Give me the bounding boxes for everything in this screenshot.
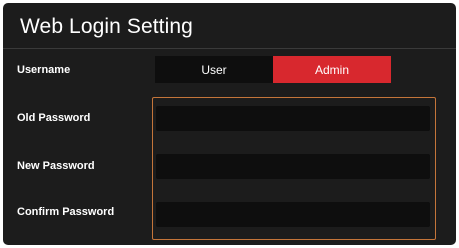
new-password-input[interactable] [156, 154, 430, 179]
admin-option-button[interactable]: Admin [273, 56, 391, 83]
title-divider [3, 48, 456, 49]
new-password-label: New Password [17, 160, 95, 172]
username-label: Username [17, 64, 71, 76]
confirm-password-label: Confirm Password [17, 206, 115, 218]
old-password-label: Old Password [17, 112, 91, 124]
old-password-input[interactable] [156, 106, 430, 131]
confirm-password-input[interactable] [156, 202, 430, 227]
panel-title: Web Login Setting [20, 15, 193, 38]
username-toggle: User Admin [155, 56, 391, 83]
user-option-button[interactable]: User [155, 56, 273, 83]
